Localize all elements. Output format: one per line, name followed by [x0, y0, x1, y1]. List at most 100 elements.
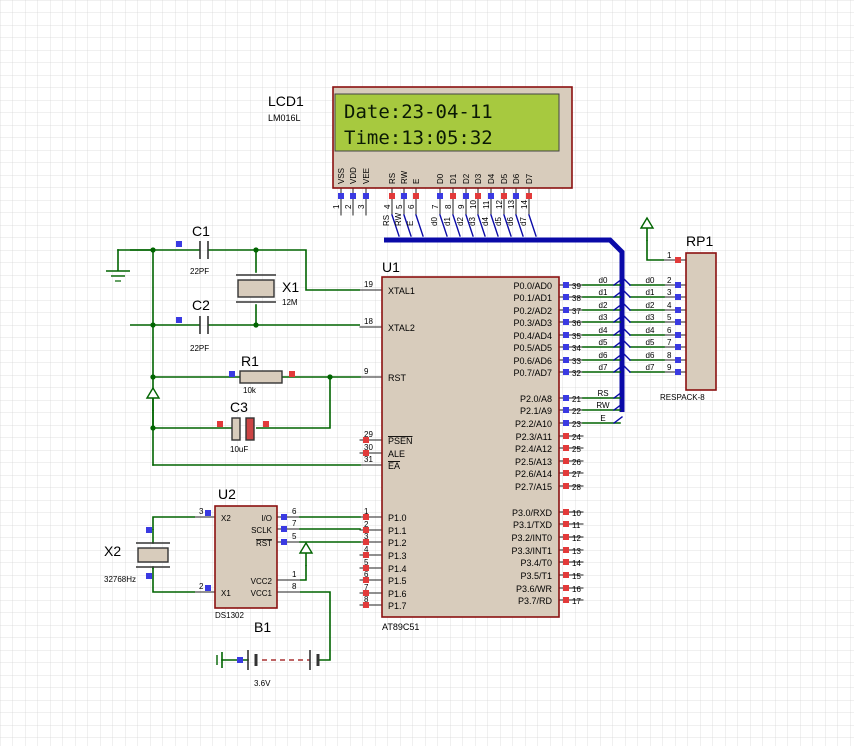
u2-pin-marker: [281, 514, 287, 520]
rp1-pin-number: 5: [667, 313, 672, 322]
u1-left-pin-name: RST: [388, 373, 407, 383]
lcd-net-label: d5: [494, 217, 503, 226]
lcd-pin-label: RW: [400, 170, 409, 184]
lcd-pin-number: 13: [507, 200, 516, 209]
u1-right-pin-name: P3.1/TXD: [513, 520, 553, 530]
lcd-pin-label: D4: [487, 173, 496, 184]
u1-pin-marker: [563, 572, 569, 578]
x2-ref: X2: [104, 543, 121, 559]
lcd-net-label: E: [406, 221, 415, 226]
u1-net-label: d4: [599, 326, 608, 335]
u2-pin-number: 5: [292, 532, 297, 541]
u2-pin-marker: [205, 510, 211, 516]
u2-ref: U2: [218, 486, 236, 502]
u1-model: AT89C51: [382, 622, 419, 632]
u1-right-pin-number: 13: [572, 547, 581, 556]
lcd-pin-marker: [488, 193, 494, 199]
x2-pin-marker: [146, 573, 152, 579]
schematic-svg: Date:23-04-11 Time:13:05:32 LCD1 LM016L VSS 1…: [0, 0, 854, 746]
u1-right-pin-name: P3.0/RXD: [512, 508, 553, 518]
lcd-pin-marker: [401, 193, 407, 199]
u2-pin-name: X1: [221, 589, 231, 598]
lcd-pin-label: RS: [388, 173, 397, 184]
lcd-pin-label: D3: [474, 173, 483, 184]
rp1-pin-marker: [675, 257, 681, 263]
lcd-model: LM016L: [268, 113, 301, 123]
u1-left-pin-number: 5: [364, 558, 369, 567]
u1-right-pin-number: 26: [572, 458, 581, 467]
rp1-pin-marker: [675, 369, 681, 375]
u1-left-pin-name: XTAL2: [388, 323, 415, 333]
lcd-pin-marker: [389, 193, 395, 199]
rp1-net-label: d4: [646, 326, 655, 335]
u1-pin-marker: [563, 420, 569, 426]
u1-right-pin-name: P0.0/AD0: [513, 281, 552, 291]
c1-pin-marker: [176, 241, 182, 247]
u1-net-label: d3: [599, 313, 608, 322]
lcd-pin-marker: [363, 193, 369, 199]
u1-left-pin-name: ALE: [388, 449, 405, 459]
u1-ref: U1: [382, 259, 400, 275]
rp1-net-label: d7: [646, 363, 655, 372]
u1-right-pin-number: 25: [572, 445, 581, 454]
lcd-line1: Date:23-04-11: [344, 101, 493, 123]
rp1-net-label: d2: [646, 301, 655, 310]
u1-right-pin-name: P2.0/A8: [520, 394, 552, 404]
u2-pin-name: SCLK: [251, 526, 273, 535]
u1-pin-marker: [563, 357, 569, 363]
u1-right-pin-number: 33: [572, 357, 581, 366]
schematic-canvas: Date:23-04-11 Time:13:05:32 LCD1 LM016L VSS 1…: [0, 0, 854, 746]
u2-pin-marker: [281, 539, 287, 545]
rp1-pin-number: 7: [667, 338, 672, 347]
lcd-pin-marker: [526, 193, 532, 199]
u1-net-label: d7: [599, 363, 608, 372]
u1-left-pin-number: 30: [364, 443, 373, 452]
u1-left-pin-number: 4: [364, 545, 369, 554]
u1-right-pin-number: 10: [572, 509, 581, 518]
u1-left-pin-name: P1.3: [388, 551, 407, 561]
u1-right-pin-name: P2.7/A15: [515, 482, 552, 492]
u1-left-pin-number: 31: [364, 455, 373, 464]
u1-pin-marker: [563, 470, 569, 476]
u1-right-pin-number: 17: [572, 597, 581, 606]
x2-crystal-body: [137, 547, 169, 563]
lcd-pin-label: D2: [462, 173, 471, 184]
lcd-pin-marker: [350, 193, 356, 199]
u1-right-pin-name: P0.2/AD2: [513, 306, 552, 316]
u1-pin-marker: [563, 445, 569, 451]
lcd-net-label: d2: [456, 217, 465, 226]
r1-ref: R1: [241, 353, 259, 369]
u1-right-pin-name: P0.5/AD5: [513, 343, 552, 353]
u1-left-pin-name: PSEN: [388, 436, 413, 446]
c3-value: 10uF: [230, 445, 248, 454]
u2-pin-name: I/O: [261, 514, 272, 523]
rp1-net-label: d1: [646, 288, 655, 297]
u2-model: DS1302: [215, 611, 244, 620]
lcd-pin-marker: [413, 193, 419, 199]
u1-left-pin-name: P1.1: [388, 526, 407, 536]
lcd-net-label: d1: [443, 217, 452, 226]
u1-left-pin-number: 2: [364, 520, 369, 529]
u1-right-pin-number: 28: [572, 483, 581, 492]
r1-resistor-body: [239, 370, 283, 384]
lcd-net-label: d6: [506, 217, 515, 226]
lcd-pin-number: 10: [469, 200, 478, 209]
lcd-pin-label: D7: [525, 173, 534, 184]
u1-pin-marker: [563, 534, 569, 540]
u1-left-pin-name: P1.4: [388, 564, 407, 574]
u1-right-pin-name: P2.1/A9: [520, 406, 552, 416]
junction-dot: [150, 374, 156, 380]
u1-pin-marker: [563, 547, 569, 553]
u1-right-pin-name: P2.5/A13: [515, 457, 552, 467]
u1-right-pin-name: P0.7/AD7: [513, 368, 552, 378]
u1-right-pin-number: 14: [572, 559, 581, 568]
u1-pin-marker: [563, 597, 569, 603]
u2-pin-name: X2: [221, 514, 231, 523]
u1-right-pin-number: 35: [572, 332, 581, 341]
b1-pin-marker: [237, 657, 243, 663]
rp1-ref: RP1: [686, 233, 713, 249]
u1-right-pin-number: 16: [572, 585, 581, 594]
lcd-net-label: d3: [468, 217, 477, 226]
lcd-pin-number: 5: [395, 204, 404, 209]
u1-right-pin-number: 21: [572, 395, 581, 404]
